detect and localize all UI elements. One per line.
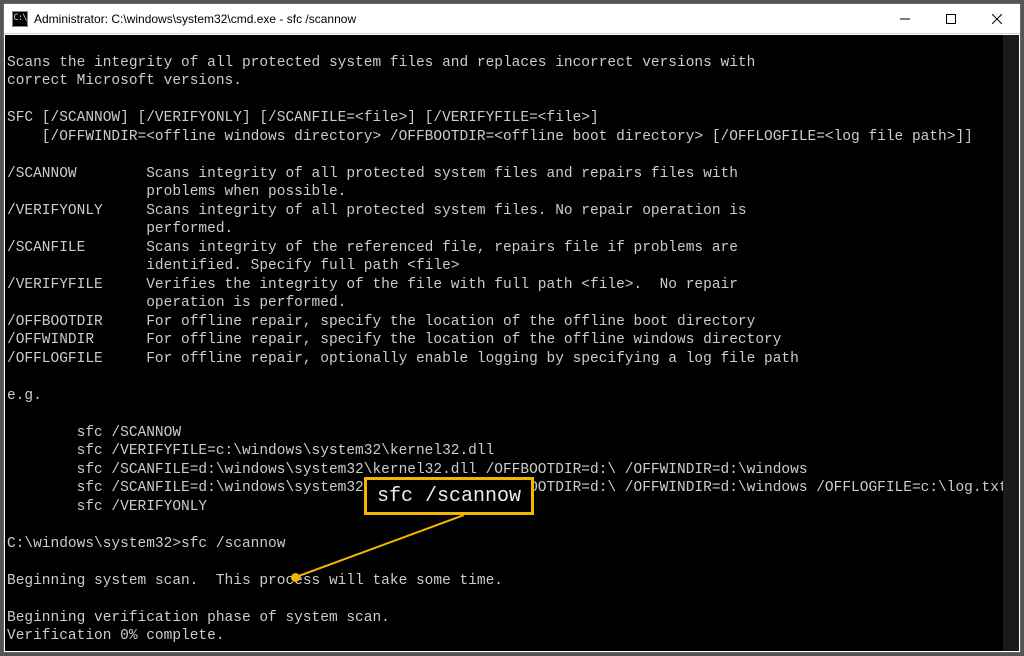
minimize-button[interactable] bbox=[882, 4, 928, 34]
terminal-output[interactable]: Scans the integrity of all protected sys… bbox=[5, 35, 1019, 651]
annotation-text: sfc /scannow bbox=[377, 485, 521, 508]
annotation-dot bbox=[291, 573, 300, 582]
close-button[interactable] bbox=[974, 4, 1020, 34]
maximize-button[interactable] bbox=[928, 4, 974, 34]
vertical-scrollbar[interactable] bbox=[1003, 35, 1019, 651]
cmd-icon: C:\ bbox=[12, 11, 28, 27]
titlebar[interactable]: C:\ Administrator: C:\windows\system32\c… bbox=[4, 4, 1020, 34]
cmd-window: C:\ Administrator: C:\windows\system32\c… bbox=[3, 3, 1021, 653]
window-title: Administrator: C:\windows\system32\cmd.e… bbox=[34, 12, 356, 26]
annotation-callout: sfc /scannow bbox=[364, 477, 534, 515]
